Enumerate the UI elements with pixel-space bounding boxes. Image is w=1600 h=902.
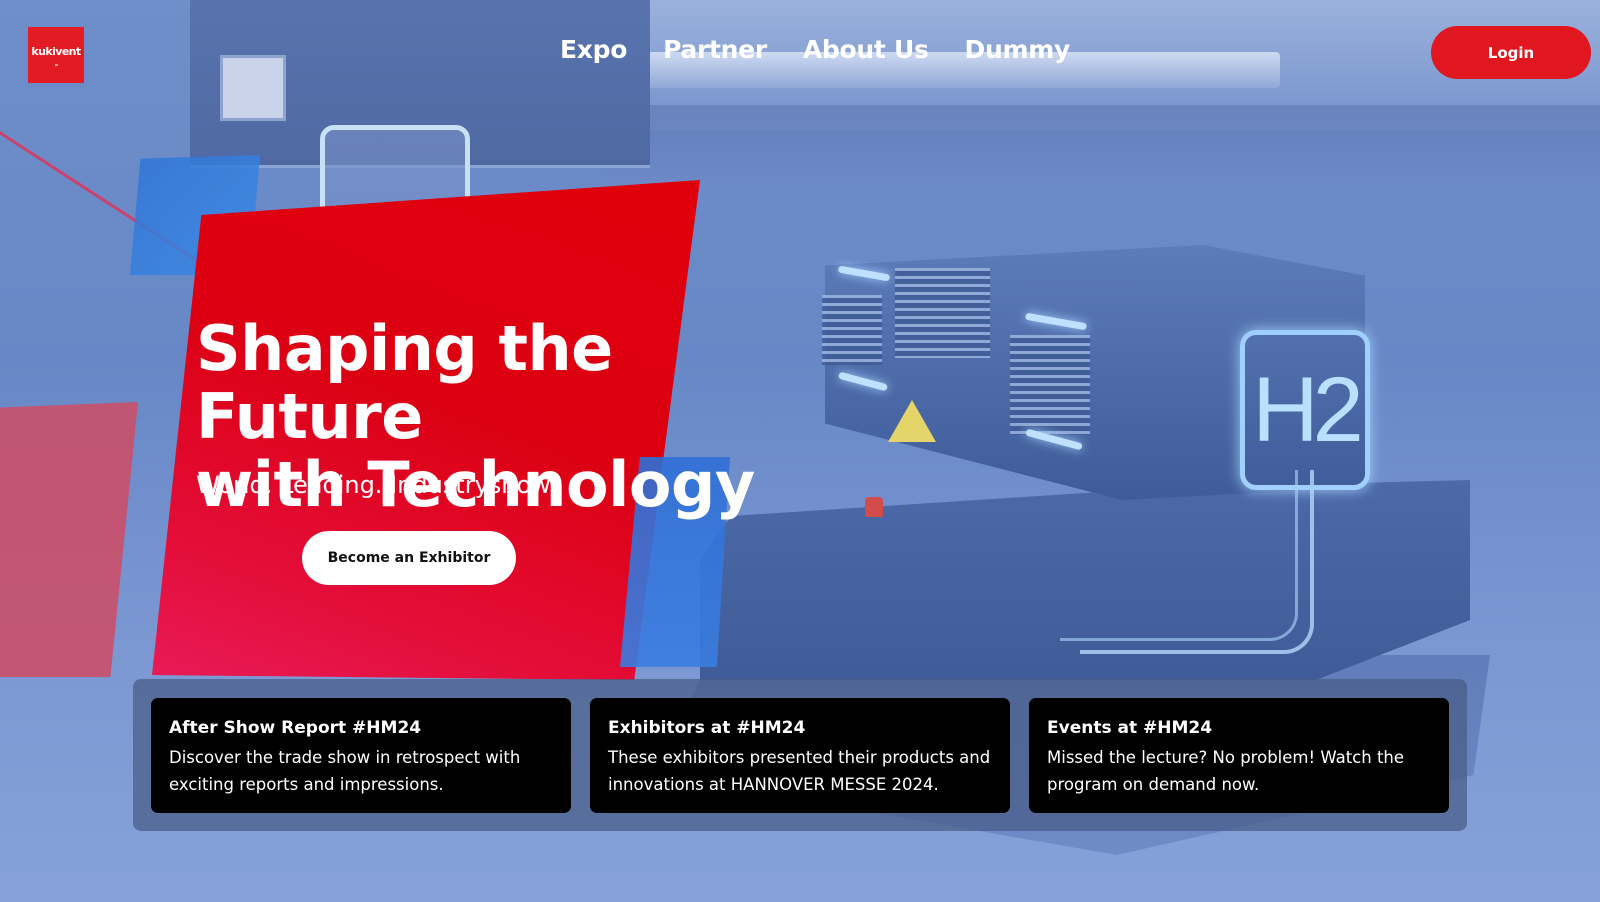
card-after-show-report[interactable]: After Show Report #HM24 Discover the tra… [151, 698, 571, 813]
card-exhibitors[interactable]: Exhibitors at #HM24 These exhibitors pre… [590, 698, 1010, 813]
nav-item-dummy[interactable]: Dummy [965, 35, 1071, 64]
main-nav: Expo Partner About Us Dummy [560, 35, 1070, 64]
card-events[interactable]: Events at #HM24 Missed the lecture? No p… [1029, 698, 1449, 813]
background-circuit-lines [1060, 470, 1298, 641]
hydrogen-h2-sign: H2 [1240, 330, 1370, 490]
logo-text: kukivent [31, 44, 81, 58]
hero-subtitle: World. Leading. Industryshow. [196, 471, 557, 499]
background-factory-floor [600, 105, 1600, 185]
card-title: Events at #HM24 [1047, 718, 1213, 738]
card-description: Missed the lecture? No problem! Watch th… [1047, 748, 1405, 794]
decor-red-shape [0, 402, 138, 677]
card-title: Exhibitors at #HM24 [608, 718, 806, 738]
logo-mark [54, 63, 58, 66]
hero-page: H2 kukivent Expo Partner About Us Dummy … [0, 0, 1600, 902]
login-button[interactable]: Login [1431, 26, 1591, 79]
background-robot-vent [1010, 335, 1090, 435]
nav-item-about-us[interactable]: About Us [803, 35, 929, 64]
card-title: After Show Report #HM24 [169, 718, 422, 738]
background-robot-vent [895, 268, 990, 358]
background-rack-panel [220, 55, 286, 121]
hero-title-line-1: Shaping the Future [196, 312, 613, 453]
logo[interactable]: kukivent [28, 27, 84, 83]
card-description: These exhibitors presented their product… [608, 748, 991, 794]
h2-sign-text: H2 [1252, 358, 1364, 461]
nav-item-partner[interactable]: Partner [663, 35, 767, 64]
become-exhibitor-button[interactable]: Become an Exhibitor [302, 531, 516, 585]
warning-sign-icon [888, 400, 936, 442]
card-description: Discover the trade show in retrospect wi… [169, 748, 521, 794]
emergency-stop-icon [865, 497, 883, 517]
nav-item-expo[interactable]: Expo [560, 35, 627, 64]
